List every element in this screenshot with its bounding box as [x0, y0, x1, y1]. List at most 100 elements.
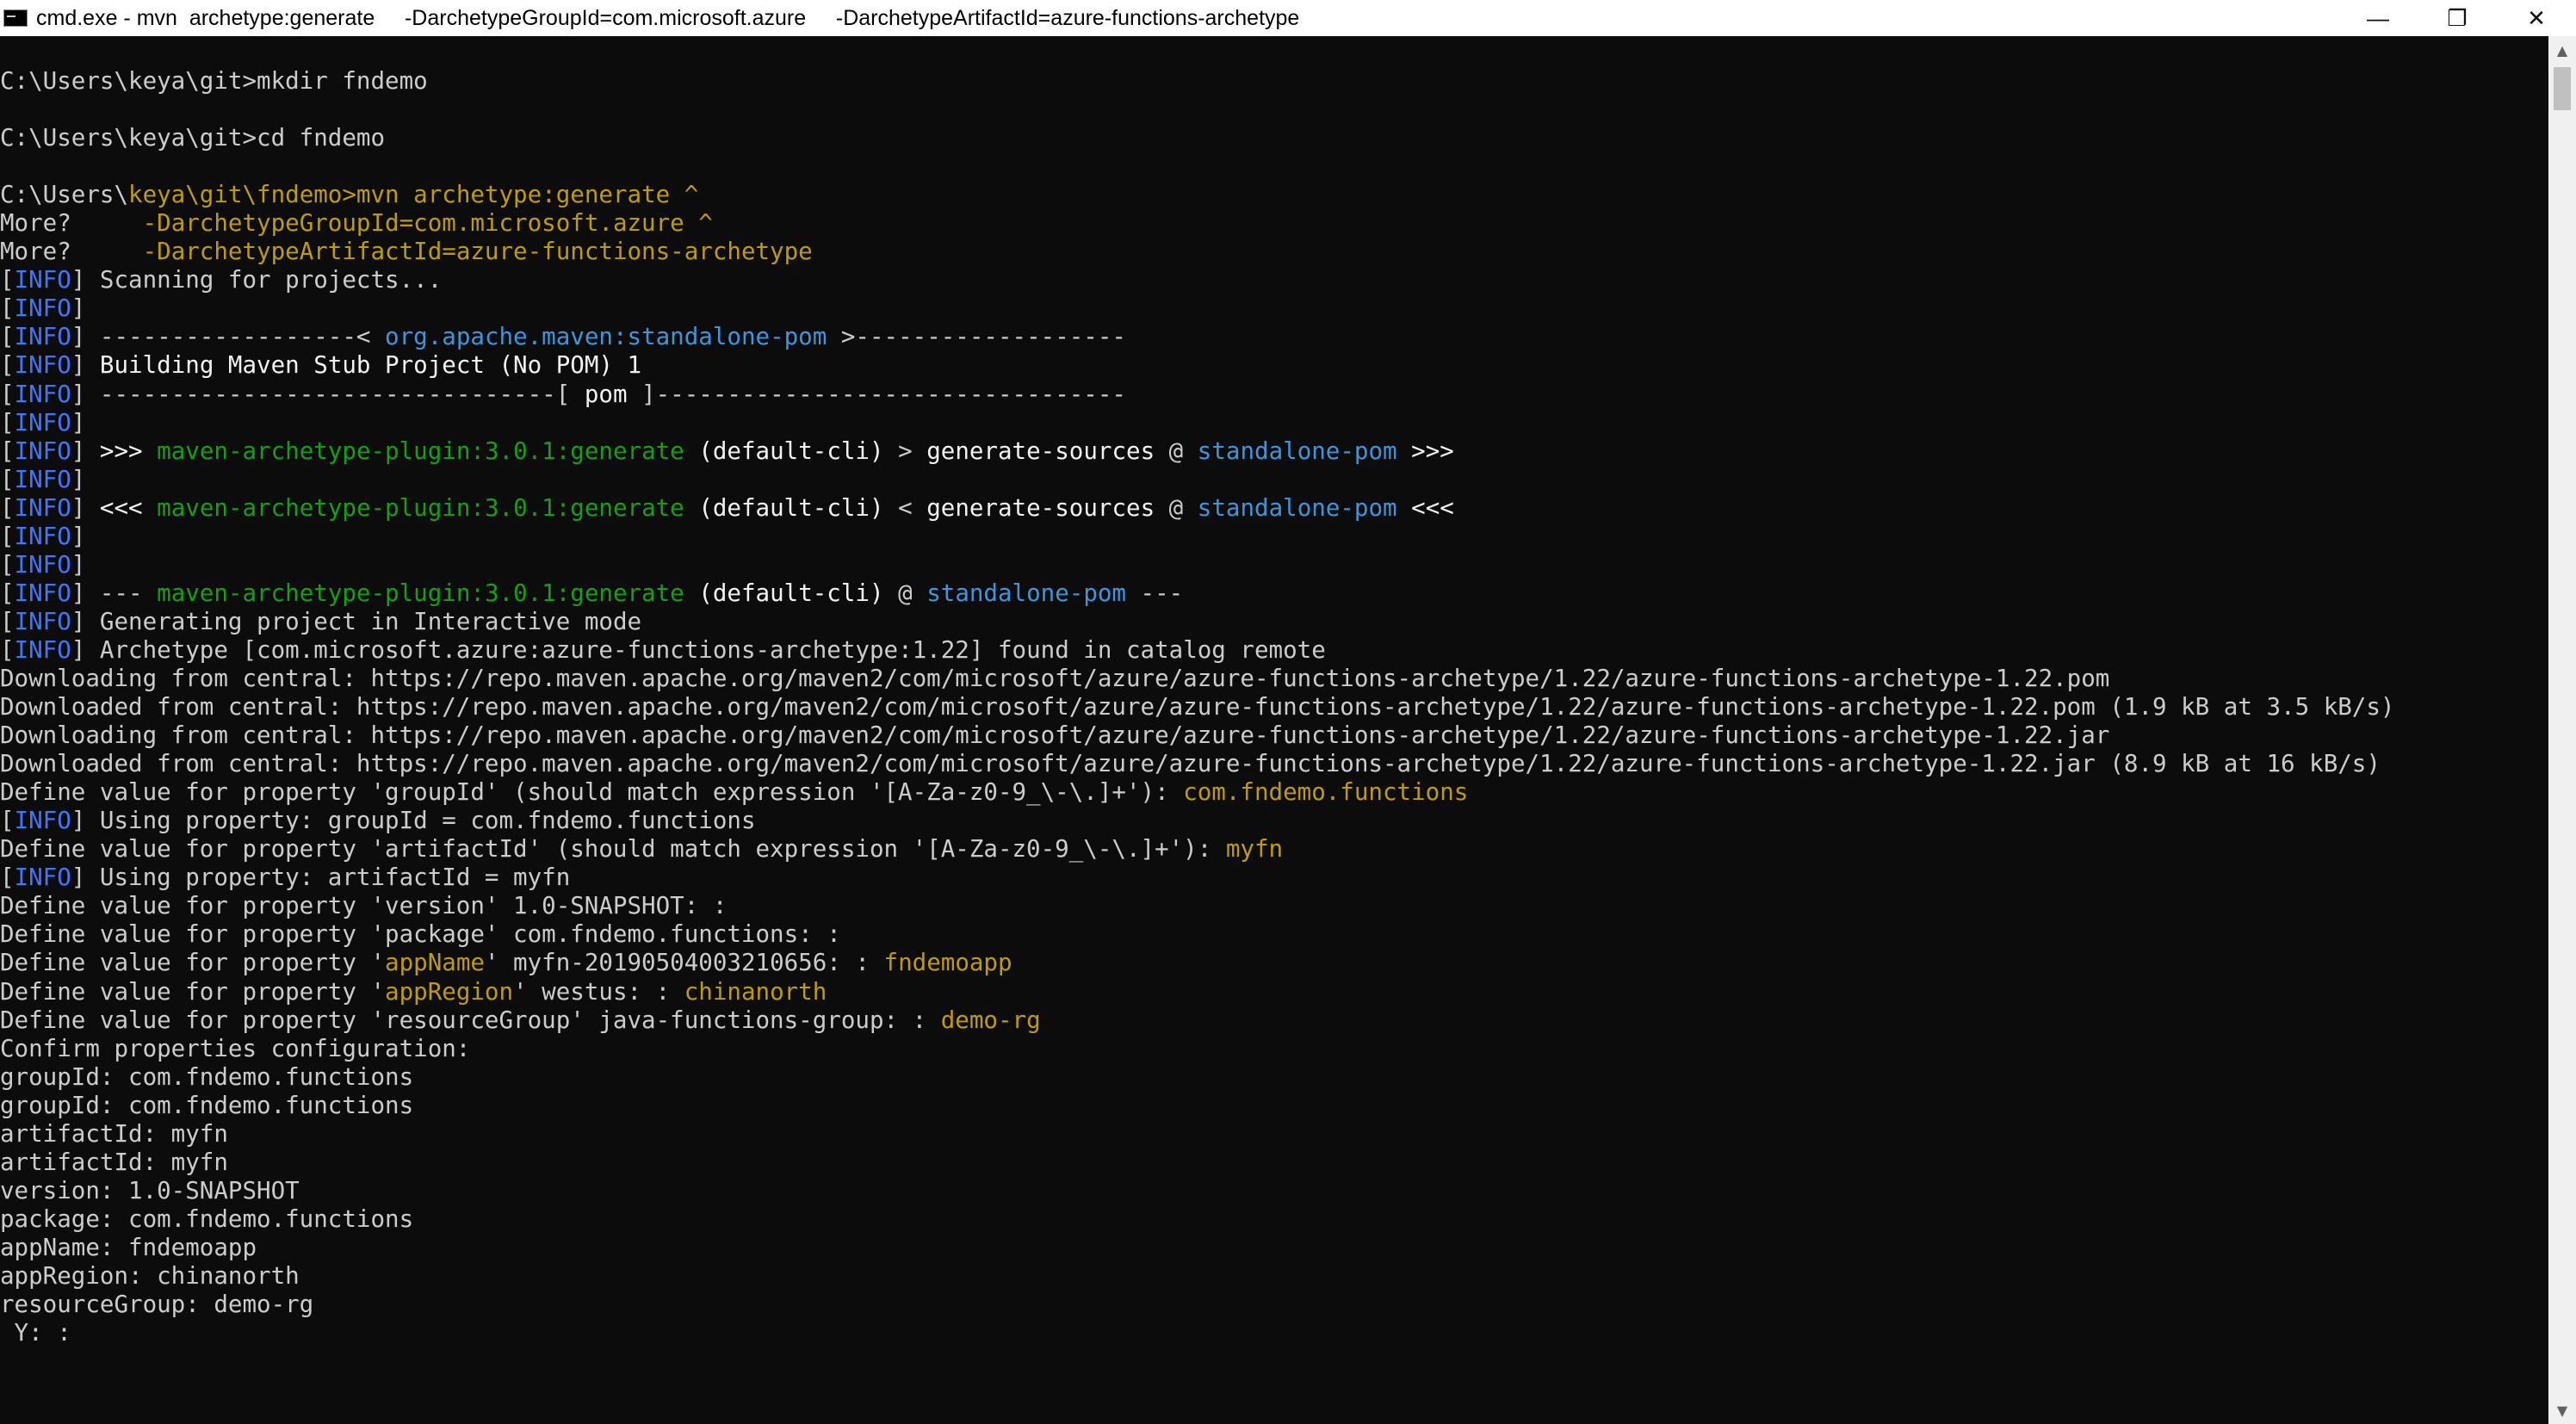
terminal-text-segment: >>> [99, 436, 143, 465]
terminal-text-segment: version: 1.0-SNAPSHOT [0, 1176, 300, 1204]
terminal-text-segment: [ [0, 522, 15, 550]
terminal-line: Define value for property 'artifactId' (… [0, 835, 2548, 864]
terminal-line: [INFO] Building Maven Stub Project (No P… [0, 351, 2548, 380]
terminal-text-segment: -DarchetypeGroupId=com.microsoft.azure ^ [142, 209, 713, 238]
terminal-text-segment: INFO [14, 635, 71, 664]
terminal-text-segment: @ [1155, 493, 1198, 522]
terminal-line: [INFO] >>> maven-archetype-plugin:3.0.1:… [0, 437, 2548, 466]
terminal-text-segment: [ [0, 408, 15, 436]
terminal-line: [INFO] [0, 466, 2548, 494]
terminal-text-segment: standalone-pom [926, 579, 1126, 607]
terminal-text-segment: artifactId: myfn [0, 1119, 228, 1148]
maximize-button[interactable]: ❐ [2418, 0, 2497, 36]
terminal-text-segment: C:\Users\keya\git>mkdir fndemo [0, 67, 428, 95]
terminal-text-segment: INFO [14, 579, 71, 607]
minimize-button[interactable]: — [2338, 0, 2418, 36]
terminal-line: appName: fndemoapp [0, 1234, 2548, 1262]
terminal-line: Downloading from central: https://repo.m… [0, 665, 2548, 693]
terminal-text-segment: Define value for property 'package' com.… [0, 920, 841, 949]
terminal-text-segment: Downloaded from central: https://repo.ma… [0, 750, 2381, 778]
terminal-text-segment: Downloading from central: https://repo.m… [0, 721, 2110, 750]
cmd-icon [3, 9, 28, 27]
terminal-text-segment: INFO [14, 408, 71, 436]
terminal-output[interactable]: C:\Users\keya\git>mkdir fndemo C:\Users\k… [0, 36, 2548, 1424]
terminal-text-segment: INFO [14, 807, 71, 835]
terminal-line: C:\Users\keya\git\fndemo>mvn archetype:g… [0, 181, 2548, 209]
terminal-text-segment: Define value for property 'artifactId' (… [0, 835, 1226, 864]
terminal-text-segment: package: com.fndemo.functions [0, 1204, 414, 1233]
terminal-text-segment: appRegion: chinanorth [0, 1261, 300, 1290]
terminal-line: resourceGroup: demo-rg [0, 1291, 2548, 1319]
terminal-text-segment: demo-rg [940, 1006, 1041, 1034]
terminal-text-segment: Define value for property 'resourceGroup… [0, 1006, 941, 1034]
terminal-text-segment: [ [0, 579, 15, 607]
terminal-text-segment: <<< [1396, 493, 1454, 522]
scroll-up-arrow-icon[interactable]: ▲ [2548, 36, 2576, 64]
terminal-text-segment: ' westus: : [513, 977, 684, 1006]
terminal-text-segment: --- [1126, 579, 1184, 607]
terminal-text-segment: Define value for property ' [0, 949, 386, 977]
terminal-line: Define value for property 'groupId' (sho… [0, 778, 2548, 807]
terminal-text-segment: [ [0, 465, 15, 493]
terminal-text-segment: INFO [14, 465, 71, 493]
window-title: cmd.exe - mvn archetype:generate -Darche… [36, 5, 1300, 30]
terminal-text-segment: Confirm properties configuration: [0, 1034, 471, 1062]
terminal-text-segment: groupId: com.fndemo.functions [0, 1062, 414, 1091]
terminal-text-segment: ] Generating project in Interactive mode [71, 607, 642, 635]
terminal-text-segment: ] Using property: artifactId = myfn [71, 864, 571, 892]
terminal-text-segment: resourceGroup: demo-rg [0, 1291, 314, 1319]
terminal-text-segment: Define value for property ' [0, 977, 386, 1006]
terminal-text-segment: Downloaded from central: https://repo.ma… [0, 693, 2395, 721]
scrollbar-thumb[interactable] [2554, 67, 2571, 110]
terminal-text-segment: [ [0, 266, 15, 294]
terminal-text-segment: generate-sources [926, 436, 1155, 465]
terminal-text-segment: chinanorth [684, 977, 827, 1006]
terminal-text-segment: appName [385, 949, 485, 977]
terminal-text-segment: Downloading from central: https://repo.m… [0, 664, 2110, 692]
terminal-line: [INFO] [0, 523, 2548, 551]
terminal-line: Define value for property 'appName' myfn… [0, 949, 2548, 977]
terminal-text-segment: [ [0, 550, 15, 579]
terminal-text-segment: >>> [1396, 436, 1454, 465]
vertical-scrollbar[interactable]: ▲ ▼ [2548, 36, 2576, 1424]
terminal-line: [INFO] Using property: artifactId = myfn [0, 864, 2548, 892]
terminal-text-segment: ] Using property: groupId = com.fndemo.f… [71, 807, 756, 835]
terminal-text-segment: maven-archetype-plugin:3.0.1:generate [157, 493, 684, 522]
terminal-text-segment: com.fndemo.functions [1183, 778, 1469, 807]
terminal-line: [INFO] [0, 294, 2548, 323]
terminal-text-segment: >------------------- [827, 323, 1126, 351]
terminal-text-segment: ] [71, 294, 86, 323]
close-button[interactable]: ✕ [2497, 0, 2576, 36]
terminal-line: Downloaded from central: https://repo.ma… [0, 750, 2548, 778]
terminal-text-segment: [ [0, 323, 15, 351]
terminal-line: Define value for property 'appRegion' we… [0, 978, 2548, 1006]
terminal-line: [INFO] --------------------------------[… [0, 381, 2548, 409]
terminal-text-segment: fndemoapp [883, 949, 1012, 977]
terminal-line: version: 1.0-SNAPSHOT [0, 1177, 2548, 1205]
terminal-text-segment: ]--------------------------------- [627, 380, 1126, 408]
terminal-text-segment: @ [1155, 436, 1198, 465]
terminal-text-segment: INFO [14, 864, 71, 892]
terminal-line: [INFO] [0, 551, 2548, 579]
terminal-line: [INFO] [0, 409, 2548, 437]
terminal-text-segment: Y: : [0, 1319, 71, 1347]
terminal-text-segment: Building Maven Stub Project (No POM) 1 [99, 351, 642, 380]
terminal-text-segment: pom [584, 380, 628, 408]
terminal-text-segment: (default-cli) [698, 579, 884, 607]
terminal-text-segment: More? [0, 209, 143, 238]
terminal-text-segment: ] [71, 436, 100, 465]
terminal-line: [INFO] Scanning for projects... [0, 266, 2548, 294]
terminal-text-segment: [ [0, 294, 15, 323]
terminal-text-segment: More? [0, 238, 143, 266]
terminal-text-segment: groupId: com.fndemo.functions [0, 1091, 414, 1119]
terminal-text-segment: INFO [14, 522, 71, 550]
terminal-line: [INFO] <<< maven-archetype-plugin:3.0.1:… [0, 494, 2548, 523]
scroll-down-arrow-icon[interactable]: ▼ [2548, 1396, 2576, 1424]
terminal-line: C:\Users\keya\git>mkdir fndemo [0, 67, 2548, 96]
terminal-line: C:\Users\keya\git>cd fndemo [0, 124, 2548, 152]
